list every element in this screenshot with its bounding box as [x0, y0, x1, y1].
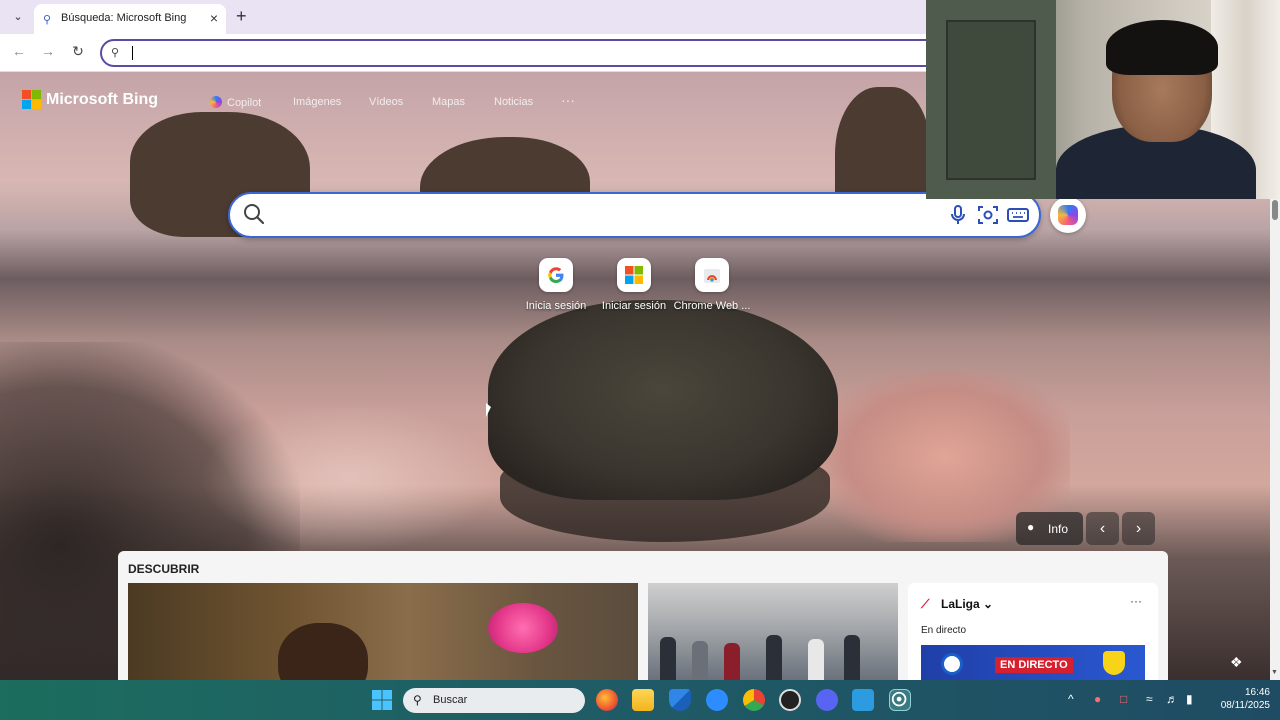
windows-start-icon[interactable]: [371, 689, 393, 711]
news-card-video[interactable]: [128, 583, 638, 680]
location-pin-icon: ●: [1027, 520, 1035, 534]
shortcut-chrome-web-store[interactable]: Chrome Web ...: [672, 258, 752, 312]
discord-icon[interactable]: [816, 689, 838, 711]
villarreal-crest-icon: [1103, 651, 1125, 675]
shortcut-google[interactable]: Inicia sesión: [516, 258, 596, 312]
card-image-flower: [488, 603, 558, 653]
microsoft-logo-icon: [22, 90, 42, 110]
webcam-overlay: [926, 0, 1280, 199]
chrome-icon[interactable]: [743, 689, 765, 711]
nav-images[interactable]: Imágenes: [293, 96, 341, 108]
search-icon: [244, 204, 265, 225]
shortcut-label: Iniciar sesión: [601, 300, 667, 312]
nav-videos[interactable]: Vídeos: [369, 96, 403, 108]
card-image-person: [692, 641, 708, 680]
chrome-active-icon[interactable]: [889, 689, 911, 711]
info-label: Info: [1048, 522, 1069, 536]
close-icon[interactable]: ×: [210, 10, 218, 26]
live-badge: EN DIRECTO: [995, 657, 1073, 673]
webcam-door: [946, 20, 1036, 180]
live-match-banner[interactable]: EN DIRECTO: [921, 645, 1145, 680]
wifi-icon[interactable]: ≈: [1146, 692, 1153, 706]
card-title[interactable]: LaLiga ⌄: [941, 597, 993, 611]
microsoft-icon: [617, 258, 651, 292]
nav-more[interactable]: ···: [561, 92, 575, 108]
next-image-button[interactable]: ›: [1122, 512, 1155, 545]
firefox-icon[interactable]: [596, 689, 618, 711]
notification-icon[interactable]: □: [1120, 692, 1127, 706]
nav-label: Copilot: [227, 97, 262, 109]
copilot-button[interactable]: [1050, 197, 1086, 233]
google-icon: [539, 258, 573, 292]
tab-search-menu-icon[interactable]: ⌄: [8, 8, 28, 26]
card-title-text: LaLiga: [941, 597, 980, 611]
card-image-person: [660, 637, 676, 680]
copilot-icon: [210, 96, 222, 108]
keyboard-icon[interactable]: [1006, 203, 1030, 227]
previous-image-button[interactable]: ‹: [1086, 512, 1119, 545]
forward-icon[interactable]: →: [38, 43, 58, 59]
nav-news[interactable]: Noticias: [494, 96, 533, 108]
laliga-card[interactable]: ⟋ LaLiga ⌄ ··· En directo EN DIRECTO: [908, 583, 1158, 680]
search-input[interactable]: [228, 192, 1041, 238]
scroll-down-icon[interactable]: ▼: [1271, 669, 1278, 676]
more-options-icon[interactable]: ···: [1130, 594, 1142, 608]
webcam-person-hair: [1106, 20, 1218, 75]
search-icon: ⚲: [43, 14, 52, 26]
reload-icon[interactable]: ↻: [68, 43, 88, 60]
volume-icon[interactable]: ♬: [1166, 692, 1178, 706]
defender-icon[interactable]: [669, 689, 691, 711]
clock-time: 16:46: [1244, 687, 1270, 698]
obs-icon[interactable]: [779, 689, 801, 711]
brand-name: Microsoft Bing: [46, 91, 158, 108]
system-clock[interactable]: 16:46 08/11/2025: [1210, 686, 1270, 712]
nav-copilot[interactable]: Copilot: [210, 96, 261, 109]
taskbar: ⚲ Buscar ^ ● □ ≈ ♬ ▮ 16:46 08/11/2025: [0, 680, 1280, 720]
microphone-icon[interactable]: [946, 203, 970, 227]
image-info-button[interactable]: ● Info: [1016, 512, 1083, 545]
section-title: DESCUBRIR: [128, 562, 200, 576]
card-image-person: [766, 635, 782, 680]
visual-search-icon[interactable]: [976, 203, 1000, 227]
shortcut-label: Inicia sesión: [525, 300, 587, 312]
card-image-person: [844, 635, 860, 680]
copilot-icon: [1058, 205, 1078, 225]
back-icon[interactable]: ←: [9, 43, 29, 59]
app-f-icon[interactable]: [852, 689, 874, 711]
taskbar-search[interactable]: ⚲ Buscar: [403, 688, 585, 713]
show-hidden-icons-icon[interactable]: ^: [1068, 692, 1074, 706]
espanyol-crest-icon: [941, 653, 963, 675]
nav-maps[interactable]: Mapas: [432, 96, 465, 108]
file-explorer-icon[interactable]: [632, 689, 654, 711]
zoom-icon[interactable]: [706, 689, 728, 711]
laliga-icon: ⟋: [921, 597, 930, 611]
text-caret: [132, 46, 133, 60]
tab-title: Búsqueda: Microsoft Bing: [61, 12, 187, 24]
search-icon: ⚲: [111, 47, 120, 59]
mouse-cursor: [486, 403, 491, 417]
battery-icon[interactable]: ▮: [1186, 692, 1193, 706]
card-image-person: [724, 643, 740, 680]
shortcut-microsoft[interactable]: Iniciar sesión: [594, 258, 674, 312]
search-icon: ⚲: [413, 693, 422, 707]
new-tab-icon[interactable]: +: [236, 6, 247, 27]
microphone-icon[interactable]: ●: [1094, 692, 1101, 706]
news-card-photo[interactable]: [648, 583, 898, 680]
discover-section: DESCUBRIR ⟋ LaLiga ⌄ ··· En directo EN D…: [118, 551, 1168, 680]
card-subtitle: En directo: [921, 625, 967, 636]
taskbar-search-label: Buscar: [433, 694, 468, 706]
background-rock: [488, 300, 838, 500]
card-image-person: [808, 639, 824, 680]
feedback-icon[interactable]: ❖: [1230, 654, 1243, 671]
scrollbar-thumb[interactable]: [1272, 200, 1278, 220]
chrome-web-store-icon: [695, 258, 729, 292]
tab-bing[interactable]: ⚲ Búsqueda: Microsoft Bing ×: [34, 4, 226, 34]
card-image-person: [278, 623, 368, 680]
shortcut-label: Chrome Web ...: [673, 300, 751, 312]
background-reflection: [200, 402, 500, 552]
clock-date: 08/11/2025: [1220, 700, 1270, 711]
